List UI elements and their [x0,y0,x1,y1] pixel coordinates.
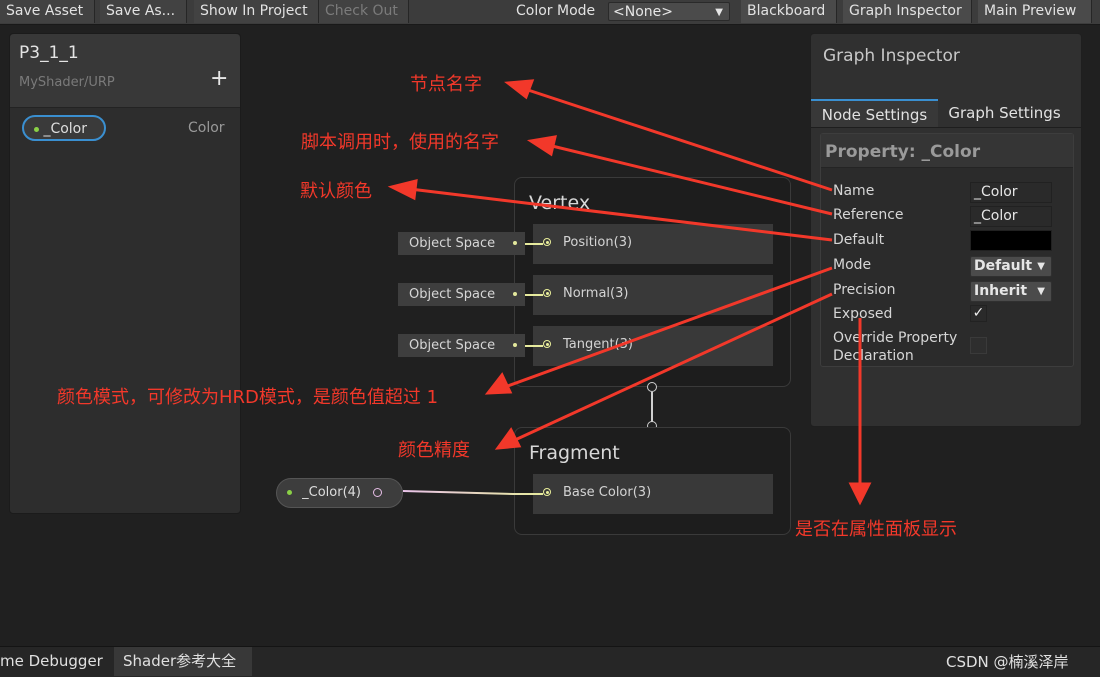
annotation-script-name: 脚本调用时，使用的名字 [301,132,499,153]
annotation-color-precision: 颜色精度 [398,440,470,461]
annotation-arrows [387,79,872,506]
watermark: CSDN @楠溪泽岸 [946,653,1069,671]
tab-frame-debugger[interactable]: me Debugger [0,647,117,676]
arrowhead [484,372,513,395]
arrowhead [848,482,872,506]
arrowhead [526,135,557,157]
annotation-color-mode: 颜色模式，可修改为HRD模式，是颜色值超过 1 [57,387,439,408]
annotation-exposed: 是否在属性面板显示 [795,519,957,540]
arrowhead [504,79,535,100]
bottom-tab-bar: me Debugger Shader参考大全 CSDN @楠溪泽岸 [0,646,1100,677]
annotation-default-color: 默认颜色 [300,181,372,202]
arrow-default [409,187,833,242]
arrowhead [387,179,418,201]
annotation-node-name: 节点名字 [410,74,482,95]
arrow-reference [547,143,833,216]
arrowhead [494,427,522,450]
tab-shader-reference[interactable]: Shader参考大全 [114,647,252,676]
arrow-name [524,87,833,192]
